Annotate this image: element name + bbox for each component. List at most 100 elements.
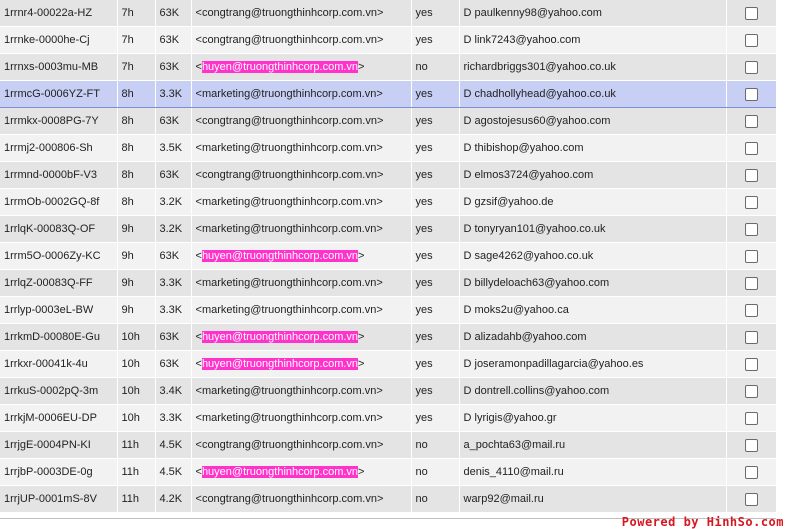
table-row[interactable]: 1rrnr4-00022a-HZ 7h 63K <congtrang@truongth… <box>0 0 777 27</box>
table-row[interactable]: 1rrkuS-0002pQ-3m 10h 3.4K <marketing@truong… <box>0 377 777 405</box>
table-row[interactable]: 1rrm5O-0006Zy-KC 9h 63K <huyen@truongthinhc… <box>0 242 777 270</box>
table-row[interactable]: 1rrjUP-0001mS-8V 11h 4.2K <congtrang@truong… <box>0 485 777 513</box>
table-row[interactable]: 1rrmOb-0002GQ-8f 8h 3.2K <marketing@truongt… <box>0 188 777 216</box>
size-cell: 4.2K <box>155 485 192 513</box>
sender-address: huyen@truongthinhcorp.com.vn <box>201 466 359 478</box>
message-id-cell: 1rrjgE-0004PN-KI <box>0 431 118 459</box>
frozen-status-cell: yes <box>411 350 460 378</box>
table-row[interactable]: 1rrmcG-0006YZ-FT 8h 3.3K <marketing@truongt… <box>0 80 777 108</box>
sender-bracket-close: > <box>358 466 365 478</box>
row-select-checkbox[interactable] <box>744 195 758 209</box>
frozen-status-cell: yes <box>411 80 460 108</box>
row-select-checkbox[interactable] <box>744 222 758 236</box>
row-select-checkbox[interactable] <box>744 465 758 479</box>
message-id-cell: 1rrkjM-0006EU-DP <box>0 404 118 432</box>
sender-bracket-close: > <box>376 385 383 397</box>
row-select-checkbox[interactable] <box>744 357 758 371</box>
size-cell: 3.3K <box>155 296 192 324</box>
row-select-checkbox[interactable] <box>744 384 758 398</box>
sender-address: congtrang@truongthinhcorp.com.vn <box>201 439 377 451</box>
table-row[interactable]: 1rrnxs-0003mu-MB 7h 63K <huyen@truongthinhc… <box>0 53 777 81</box>
size-cell: 3.3K <box>155 80 192 108</box>
sender-bracket-close: > <box>376 115 384 127</box>
row-select-checkbox[interactable] <box>744 438 758 452</box>
recipient-cell: D paulkenny98@yahoo.com <box>459 0 727 27</box>
sender-address: huyen@truongthinhcorp.com.vn <box>201 250 359 262</box>
message-id-cell: 1rrnr4-00022a-HZ <box>0 0 118 27</box>
recipient-cell: D lyrigis@yahoo.gr <box>459 404 727 432</box>
row-select-checkbox[interactable] <box>744 276 758 290</box>
frozen-status-cell: yes <box>411 323 460 351</box>
recipient-cell: D chadhollyhead@yahoo.co.uk <box>459 80 727 108</box>
sender-bracket-close: > <box>376 7 384 19</box>
row-select-checkbox[interactable] <box>744 114 758 128</box>
recipient-cell: D alizadahb@yahoo.com <box>459 323 727 351</box>
row-select-checkbox[interactable] <box>744 492 758 506</box>
message-id-cell: 1rrmcG-0006YZ-FT <box>0 80 118 108</box>
sender-address: congtrang@truongthinhcorp.com.vn <box>201 169 377 181</box>
mail-queue-rows: 1rrnr4-00022a-HZ 7h 63K <congtrang@truongth… <box>0 0 777 513</box>
sender-bracket-close: > <box>376 196 383 208</box>
frozen-status-cell: no <box>411 431 460 459</box>
row-select-checkbox[interactable] <box>744 303 758 317</box>
frozen-status-cell: yes <box>411 404 460 432</box>
recipient-cell: D agostojesus60@yahoo.com <box>459 107 727 135</box>
row-select-checkbox[interactable] <box>744 330 758 344</box>
message-id-cell: 1rrmkx-0008PG-7Y <box>0 107 118 135</box>
sender-bracket-close: > <box>358 358 365 370</box>
scrollbar-track[interactable] <box>776 0 786 529</box>
message-id-cell: 1rrm5O-0006Zy-KC <box>0 242 118 270</box>
row-select-checkbox[interactable] <box>744 411 758 425</box>
sender-bracket-close: > <box>376 277 383 289</box>
sender-cell: <congtrang@truongthinhcorp.com.vn> <box>191 431 412 459</box>
recipient-cell: D tonyryan101@yahoo.co.uk <box>459 215 727 243</box>
message-id-cell: 1rrjbP-0003DE-0g <box>0 458 118 486</box>
sender-address: congtrang@truongthinhcorp.com.vn <box>201 115 377 127</box>
table-row[interactable]: 1rrlyp-0003eL-BW 9h 3.3K <marketing@truongt… <box>0 296 777 324</box>
sender-bracket-close: > <box>376 223 383 235</box>
sender-bracket-close: > <box>376 142 383 154</box>
sender-address: marketing@truongthinhcorp.com.vn <box>201 304 377 316</box>
sender-cell: <congtrang@truongthinhcorp.com.vn> <box>191 485 412 513</box>
table-row[interactable]: 1rrjbP-0003DE-0g 11h 4.5K <huyen@truongthin… <box>0 458 777 486</box>
row-select-checkbox[interactable] <box>744 249 758 263</box>
sender-bracket-close: > <box>376 412 383 424</box>
frozen-status-cell: yes <box>411 188 460 216</box>
table-row[interactable]: 1rrjgE-0004PN-KI 11h 4.5K <congtrang@truong… <box>0 431 777 459</box>
row-select-checkbox[interactable] <box>744 141 758 155</box>
age-cell: 11h <box>117 458 156 486</box>
age-cell: 7h <box>117 53 156 81</box>
age-cell: 10h <box>117 377 156 405</box>
table-row[interactable]: 1rrmj2-000806-Sh 8h 3.5K <marketing@truongt… <box>0 134 777 162</box>
row-select-checkbox[interactable] <box>744 60 758 74</box>
table-row[interactable]: 1rrnke-0000he-Cj 7h 63K <congtrang@truongth… <box>0 26 777 54</box>
table-row[interactable]: 1rrkxr-00041k-4u 10h 63K <huyen@truongthinh… <box>0 350 777 378</box>
frozen-status-cell: no <box>411 485 460 513</box>
row-select-checkbox[interactable] <box>744 87 758 101</box>
sender-address: marketing@truongthinhcorp.com.vn <box>201 385 377 397</box>
size-cell: 3.3K <box>155 404 192 432</box>
sender-cell: <marketing@truongthinhcorp.com.vn> <box>191 296 412 324</box>
table-row[interactable]: 1rrkjM-0006EU-DP 10h 3.3K <marketing@truong… <box>0 404 777 432</box>
select-cell <box>726 0 777 27</box>
size-cell: 63K <box>155 26 192 54</box>
age-cell: 8h <box>117 161 156 189</box>
row-select-checkbox[interactable] <box>744 168 758 182</box>
row-select-checkbox[interactable] <box>744 6 758 20</box>
size-cell: 63K <box>155 0 192 27</box>
row-select-checkbox[interactable] <box>744 33 758 47</box>
age-cell: 8h <box>117 80 156 108</box>
age-cell: 9h <box>117 215 156 243</box>
table-row[interactable]: 1rrkmD-00080E-Gu 10h 63K <huyen@truongthinh… <box>0 323 777 351</box>
frozen-status-cell: yes <box>411 377 460 405</box>
recipient-cell: a_pochta63@mail.ru <box>459 431 727 459</box>
table-row[interactable]: 1rrmnd-0000bF-V3 8h 63K <congtrang@truongth… <box>0 161 777 189</box>
sender-address: congtrang@truongthinhcorp.com.vn <box>201 7 377 19</box>
table-row[interactable]: 1rrmkx-0008PG-7Y 8h 63K <congtrang@truongth… <box>0 107 777 135</box>
sender-bracket-close: > <box>376 88 383 100</box>
frozen-status-cell: no <box>411 53 460 81</box>
message-id-cell: 1rrlqK-00083Q-OF <box>0 215 118 243</box>
sender-cell: <congtrang@truongthinhcorp.com.vn> <box>191 26 412 54</box>
table-row[interactable]: 1rrlqZ-00083Q-FF 9h 3.3K <marketing@truongt… <box>0 269 777 297</box>
table-row[interactable]: 1rrlqK-00083Q-OF 9h 3.2K <marketing@truongt… <box>0 215 777 243</box>
